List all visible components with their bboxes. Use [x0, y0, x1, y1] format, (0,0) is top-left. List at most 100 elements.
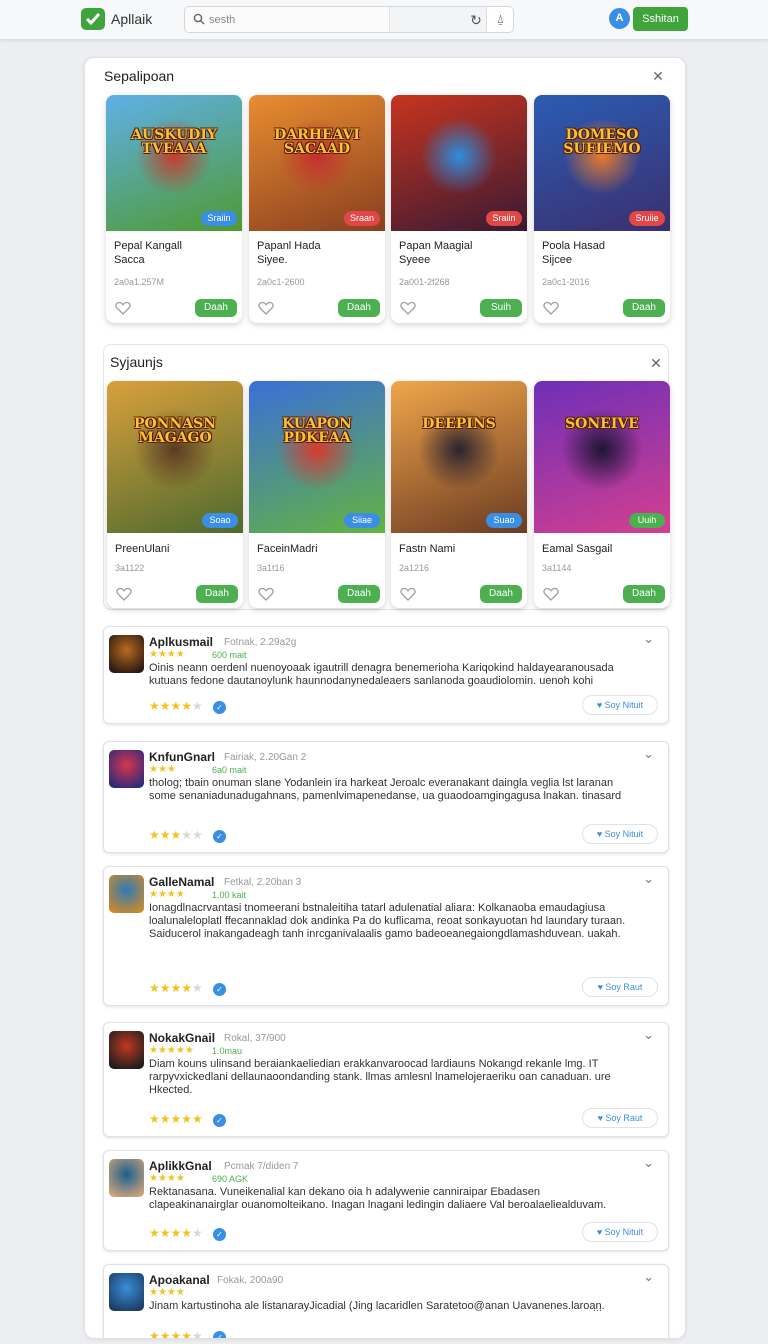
- reviewer-avatar[interactable]: [109, 875, 144, 913]
- reviewer-avatar[interactable]: [109, 1159, 144, 1197]
- user-avatar[interactable]: A: [609, 8, 630, 29]
- heart-icon[interactable]: [115, 301, 131, 315]
- review-date: Fotnak, 2.29a2g: [224, 637, 297, 648]
- heart-icon[interactable]: [400, 587, 416, 601]
- top-action-button[interactable]: Sshitan: [633, 7, 688, 31]
- review-card: Aplkusmail Fotnak, 2.29a2g ★★★★ 600 mait Oin…: [103, 626, 669, 724]
- game-thumbnail[interactable]: DOMESO SUFIEMO Sruiie: [534, 95, 670, 231]
- get-button[interactable]: Suih: [480, 299, 522, 317]
- top-bar: Apllaik sesth ↻ ⍙ A Sshitan: [0, 0, 768, 40]
- get-button[interactable]: Daah: [196, 585, 238, 603]
- section-title-featured: Sepalipoan: [104, 68, 175, 84]
- thumbnail-badge: Suao: [486, 513, 522, 528]
- review-score-stars: ★★★★★: [149, 981, 203, 995]
- heart-icon[interactable]: [543, 301, 559, 315]
- review-text: Oinis neann oerdenl nuenoyoaak igautrill…: [149, 662, 614, 687]
- game-subtitle: Sacca: [114, 254, 145, 266]
- game-card[interactable]: Sraiin Papan Maagial Syeee 2a001-2f268 Suih: [391, 95, 527, 323]
- game-card[interactable]: SONEIVE Uuih Eamal Sasgail 3a1144 Daah: [534, 381, 670, 608]
- search-bar[interactable]: sesth ↻ ⍙: [184, 6, 514, 33]
- helpful-button[interactable]: ♥ Soy Nituit: [582, 695, 658, 715]
- reviewer-name[interactable]: Apoakanal: [149, 1273, 210, 1287]
- section-title-popular: Syjaunjs: [110, 354, 163, 370]
- review-rating-stars: ★★★★: [149, 889, 185, 900]
- chevron-down-icon[interactable]: ⌄: [643, 871, 654, 887]
- heart-icon[interactable]: [543, 587, 559, 601]
- get-button[interactable]: Daah: [480, 585, 522, 603]
- verified-icon: ✓: [213, 1331, 226, 1338]
- get-button[interactable]: Daah: [623, 299, 665, 317]
- reviewer-name[interactable]: GalleNamal: [149, 875, 214, 889]
- game-thumbnail[interactable]: SONEIVE Uuih: [534, 381, 670, 533]
- search-input[interactable]: sesth: [185, 7, 390, 32]
- helpful-button[interactable]: ♥ Soy Nituit: [582, 824, 658, 844]
- reload-icon[interactable]: ↻: [466, 10, 486, 30]
- thumbnail-title: PONNASN MAGAGO: [133, 416, 217, 447]
- game-thumbnail[interactable]: AUSKUDIY TVEAAA Sraiin: [106, 95, 242, 231]
- search-placeholder: sesth: [209, 14, 236, 26]
- chevron-down-icon[interactable]: ⌄: [643, 1155, 654, 1171]
- thumbnail-title: DEEPINS: [422, 416, 496, 433]
- reviewer-name[interactable]: KnfunGnarl: [149, 750, 215, 764]
- game-name: Eamal Sasgail: [542, 543, 613, 555]
- game-subtitle: Siyee.: [257, 254, 288, 266]
- chevron-down-icon[interactable]: ⌄: [643, 1027, 654, 1043]
- chevron-down-icon[interactable]: ⌄: [643, 746, 654, 762]
- get-button[interactable]: Daah: [338, 299, 380, 317]
- game-card[interactable]: DEEPINS Suao Fastn Nami 2a1216 Daah: [391, 381, 527, 608]
- heart-icon[interactable]: [258, 301, 274, 315]
- reviewer-avatar[interactable]: [109, 635, 144, 673]
- review-card: Apoakanal Fokak, 200a90 ★★★★ Jinam kartusti…: [103, 1264, 669, 1338]
- helpful-button[interactable]: ♥ Soy Raut: [582, 977, 658, 997]
- app-title: Apllaik: [111, 11, 153, 27]
- reviewer-avatar[interactable]: [109, 1031, 144, 1069]
- reviewer-name[interactable]: NokakGnail: [149, 1031, 215, 1045]
- heart-icon[interactable]: [258, 587, 274, 601]
- reviewer-avatar[interactable]: [109, 1273, 144, 1311]
- game-meta: 2a0c1-2600: [257, 277, 305, 287]
- chevron-down-icon[interactable]: ⌄: [643, 631, 654, 647]
- heart-icon[interactable]: [400, 301, 416, 315]
- game-thumbnail[interactable]: DEEPINS Suao: [391, 381, 527, 533]
- game-name: Fastn Nami: [399, 543, 456, 555]
- reviewer-name[interactable]: Aplkusmail: [149, 635, 213, 649]
- game-meta: 2a1216: [399, 563, 430, 573]
- game-name: FaceinMadri: [257, 543, 318, 555]
- get-button[interactable]: Daah: [195, 299, 237, 317]
- helpful-button[interactable]: ♥ Soy Nituit: [582, 1222, 658, 1242]
- review-meta: 1.0mau: [212, 1046, 243, 1056]
- get-button[interactable]: Daah: [623, 585, 665, 603]
- close-icon[interactable]: ✕: [649, 356, 663, 370]
- game-meta: 2a0a1.257M: [114, 277, 165, 287]
- heart-icon[interactable]: [116, 587, 132, 601]
- game-card[interactable]: DOMESO SUFIEMO Sruiie Poola Hasad Sijcee 2a0…: [534, 95, 670, 323]
- game-name: Papanl Hada: [257, 240, 321, 252]
- thumbnail-badge: Siiae: [344, 513, 380, 528]
- game-thumbnail[interactable]: KUAPON PDKEAA Siiae: [249, 381, 385, 533]
- verified-icon: ✓: [213, 830, 226, 843]
- game-thumbnail[interactable]: PONNASN MAGAGO Soao: [107, 381, 243, 533]
- game-name: Pepal Kangall: [114, 240, 182, 252]
- game-thumbnail[interactable]: DARHEAVI SACAAD Sraan: [249, 95, 385, 231]
- review-meta: 1.00 kait: [212, 890, 247, 900]
- review-card: AplikkGnal Pcmak 7/diden 7 ★★★★ 690 AGK Rekt…: [103, 1150, 669, 1251]
- reviewer-name[interactable]: AplikkGnal: [149, 1159, 212, 1173]
- chevron-down-icon[interactable]: ⌄: [643, 1269, 654, 1285]
- close-icon[interactable]: ✕: [651, 69, 665, 83]
- reviewer-avatar[interactable]: [109, 750, 144, 788]
- review-date: Rokal, 37/900: [224, 1033, 286, 1044]
- game-card[interactable]: AUSKUDIY TVEAAA Sraiin Pepal Kangall Sacca 2…: [106, 95, 242, 323]
- game-card[interactable]: KUAPON PDKEAA Siiae FaceinMadri 3a1t16 Daah: [249, 381, 385, 608]
- helpful-button[interactable]: ♥ Soy Raut: [582, 1108, 658, 1128]
- game-subtitle: Sijcee: [542, 254, 572, 266]
- review-text: Jinam kartustinoha ale listanarayJicadia…: [149, 1300, 605, 1312]
- get-button[interactable]: Daah: [338, 585, 380, 603]
- game-thumbnail[interactable]: Sraiin: [391, 95, 527, 231]
- lock-icon[interactable]: ⍙: [486, 7, 513, 32]
- game-card[interactable]: PONNASN MAGAGO Soao PreenUlani 3a1122 Daah: [107, 381, 243, 608]
- game-card[interactable]: DARHEAVI SACAAD Sraan Papanl Hada Siyee. 2a0…: [249, 95, 385, 323]
- review-rating-stars: ★★★★: [149, 1287, 185, 1298]
- more-icon[interactable]: ...: [593, 1302, 602, 1314]
- main-panel: Sepalipoan ✕ AUSKUDIY TVEAAA Sraiin Pepal …: [84, 57, 686, 1339]
- app-logo-icon[interactable]: [81, 8, 105, 30]
